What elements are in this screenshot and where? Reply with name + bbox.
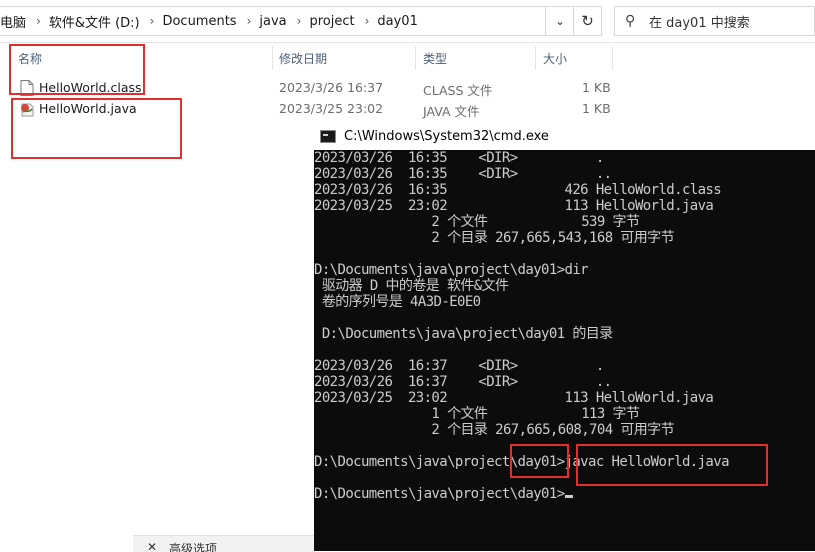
- file-row[interactable]: HelloWorld.class 2023/3/26 16:37 CLASS 文…: [0, 77, 815, 99]
- column-divider[interactable]: [415, 46, 416, 70]
- breadcrumb-item[interactable]: java: [257, 14, 294, 29]
- chevron-right-icon[interactable]: ›: [245, 14, 258, 28]
- refresh-icon: ↻: [581, 12, 594, 30]
- file-date: 2023/3/26 16:37: [279, 80, 384, 95]
- chevron-right-icon[interactable]: ›: [363, 14, 376, 28]
- advanced-options-panel[interactable]: ✕ 高级选项: [133, 535, 315, 552]
- column-header-label: 大小: [543, 51, 568, 66]
- breadcrumb-item[interactable]: project: [307, 14, 362, 29]
- console-line: 2023/03/26 16:37 <DIR> .: [314, 358, 604, 374]
- console-line: 1 个文件 113 字节: [314, 406, 640, 422]
- column-header-type[interactable]: 类型: [423, 44, 447, 72]
- column-header-label: 修改日期: [279, 51, 328, 66]
- panel-label: 高级选项: [169, 542, 218, 552]
- file-date: 2023/3/25 23:02: [279, 101, 384, 116]
- console-line: 2023/03/25 23:02 113 HelloWorld.java: [314, 198, 714, 214]
- console-line: D:\Documents\java\project\day01>javac He…: [314, 454, 730, 470]
- column-header-name[interactable]: 名称: [18, 44, 42, 72]
- cmd-titlebar[interactable]: C:\Windows\System32\cmd.exe: [314, 123, 815, 150]
- close-icon[interactable]: ✕: [147, 540, 157, 552]
- file-name: HelloWorld.java: [39, 101, 137, 116]
- console-line: D:\Documents\java\project\day01 的目录: [314, 326, 613, 342]
- column-divider[interactable]: [612, 46, 613, 70]
- console-line: 驱动器 D 中的卷是 软件&文件: [314, 278, 509, 294]
- console-output[interactable]: 2023/03/26 16:35 <DIR> . 2023/03/26 16:3…: [314, 150, 815, 551]
- console-line: 2 个目录 267,665,543,168 可用字节: [314, 230, 674, 246]
- cmd-window[interactable]: C:\Windows\System32\cmd.exe 2023/03/26 1…: [314, 123, 815, 551]
- file-row[interactable]: HelloWorld.java 2023/3/25 23:02 JAVA 文件 …: [0, 98, 815, 120]
- chevron-right-icon[interactable]: ›: [295, 14, 308, 28]
- address-history-dropdown[interactable]: ⌄: [545, 6, 574, 36]
- breadcrumb-item[interactable]: 软件&文件 (D:): [47, 12, 148, 31]
- column-divider[interactable]: [535, 46, 536, 70]
- console-line: 2023/03/26 16:35 426 HelloWorld.class: [314, 182, 722, 198]
- console-line: 2023/03/26 16:35 <DIR> .: [314, 150, 604, 166]
- breadcrumb-item[interactable]: day01: [375, 14, 425, 29]
- console-line: 2 个目录 267,665,608,704 可用字节: [314, 422, 674, 438]
- console-line: 2023/03/26 16:35 <DIR> ..: [314, 166, 612, 182]
- file-size: 1 KB: [582, 101, 611, 116]
- chevron-down-icon: ⌄: [554, 14, 566, 28]
- column-header-label: 名称: [18, 51, 43, 66]
- file-name: HelloWorld.class: [39, 80, 142, 95]
- search-input[interactable]: ⚲ 在 day01 中搜索: [614, 6, 815, 36]
- console-line: 2023/03/25 23:02 113 HelloWorld.java: [314, 390, 714, 406]
- breadcrumb[interactable]: 电脑 › 软件&文件 (D:) › Documents › java › pro…: [0, 6, 566, 36]
- console-line: 2 个文件 539 字节: [314, 214, 640, 230]
- address-bar-area: 电脑 › 软件&文件 (D:) › Documents › java › pro…: [0, 0, 815, 43]
- column-header-label: 类型: [423, 51, 448, 66]
- console-line: 2023/03/26 16:37 <DIR> ..: [314, 374, 612, 390]
- console-line: D:\Documents\java\project\day01>dir: [314, 262, 589, 278]
- console-prompt-line[interactable]: D:\Documents\java\project\day01>: [314, 486, 815, 502]
- column-header-size[interactable]: 大小: [543, 44, 567, 72]
- text-cursor: [564, 495, 573, 498]
- search-placeholder: 在 day01 中搜索: [649, 15, 750, 31]
- java-file-icon: [21, 103, 34, 117]
- refresh-button[interactable]: ↻: [573, 6, 602, 36]
- file-size: 1 KB: [582, 80, 611, 95]
- breadcrumb-item[interactable]: 电脑: [0, 12, 34, 31]
- breadcrumb-item[interactable]: Documents: [160, 14, 244, 29]
- cmd-title: C:\Windows\System32\cmd.exe: [344, 129, 549, 144]
- file-type: CLASS 文件: [423, 83, 493, 98]
- chevron-right-icon[interactable]: ›: [148, 14, 161, 28]
- file-type: JAVA 文件: [423, 104, 480, 119]
- column-header-date[interactable]: 修改日期: [279, 44, 327, 72]
- column-divider[interactable]: [272, 46, 273, 70]
- console-line: 卷的序列号是 4A3D-E0E0: [314, 294, 481, 310]
- console-prompt: D:\Documents\java\project\day01>: [314, 486, 565, 502]
- file-icon: [20, 80, 34, 96]
- chevron-right-icon[interactable]: ›: [34, 14, 47, 28]
- console-icon: [320, 130, 336, 143]
- search-icon: ⚲: [625, 13, 636, 29]
